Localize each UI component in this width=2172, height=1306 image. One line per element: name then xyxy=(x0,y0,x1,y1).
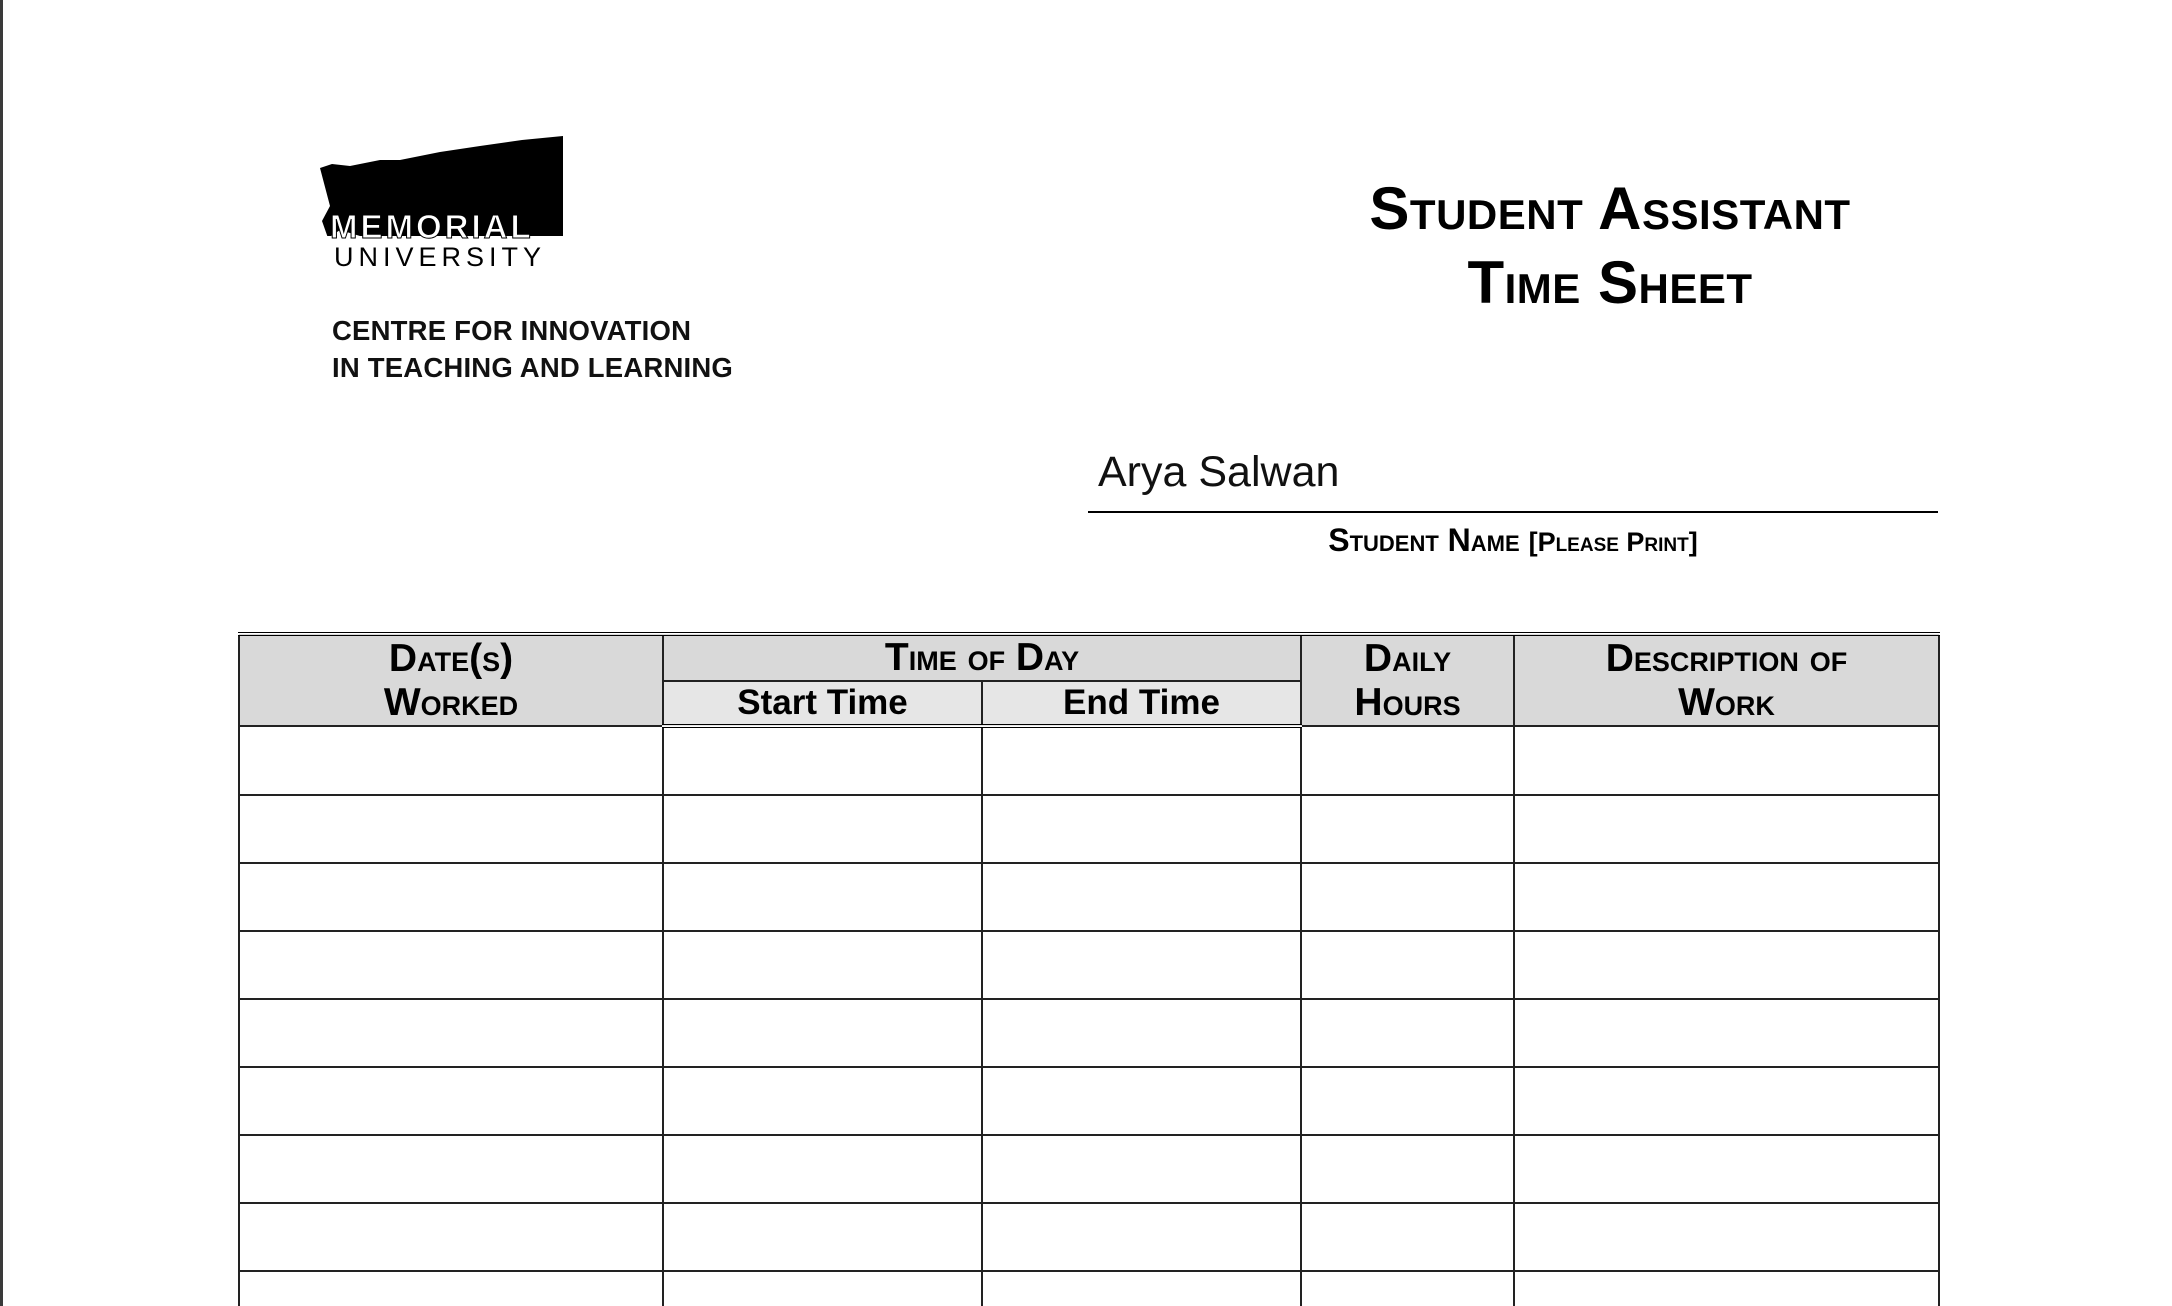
header-dates-worked: Date(s) Worked xyxy=(238,633,664,727)
start-time-cell[interactable] xyxy=(662,725,983,796)
unit-name: CENTRE FOR INNOVATION IN TEACHING AND LE… xyxy=(332,312,733,386)
logo-wordmark: MEMORIAL xyxy=(330,208,534,245)
table-row xyxy=(238,1270,1940,1306)
student-name-field[interactable]: Arya Salwan xyxy=(1098,448,1339,497)
date-cell[interactable] xyxy=(238,1134,664,1204)
end-time-cell[interactable] xyxy=(981,1202,1302,1272)
table-row xyxy=(238,725,1940,796)
start-time-cell[interactable] xyxy=(662,1066,983,1136)
student-name-underline xyxy=(1088,511,1938,513)
daily-hours-cell[interactable] xyxy=(1300,998,1515,1068)
header-time-of-day: Time of Day xyxy=(662,633,1302,682)
start-time-cell[interactable] xyxy=(662,862,983,932)
daily-hours-cell[interactable] xyxy=(1300,725,1515,796)
unit-name-line-1: CENTRE FOR INNOVATION xyxy=(332,315,692,346)
table-row xyxy=(238,862,1940,932)
description-cell[interactable] xyxy=(1513,862,1940,932)
header-description-of-work: Description of Work xyxy=(1513,633,1940,727)
description-cell[interactable] xyxy=(1513,1066,1940,1136)
logo-subtitle: UNIVERSITY xyxy=(334,242,547,272)
description-cell[interactable] xyxy=(1513,1202,1940,1272)
table-row xyxy=(238,1134,1940,1204)
start-time-cell[interactable] xyxy=(662,998,983,1068)
date-cell[interactable] xyxy=(238,1066,664,1136)
end-time-cell[interactable] xyxy=(981,930,1302,1000)
date-cell[interactable] xyxy=(238,930,664,1000)
timesheet-table: Date(s) Worked Time of Day Daily Hours D… xyxy=(238,632,1940,1306)
header-end-time: End Time xyxy=(981,680,1302,728)
document-title: Student Assistant Time Sheet xyxy=(1250,172,1970,320)
table-row xyxy=(238,794,1940,864)
caption-main: Student Name xyxy=(1328,522,1529,558)
daily-hours-cell[interactable] xyxy=(1300,930,1515,1000)
description-cell[interactable] xyxy=(1513,930,1940,1000)
start-time-cell[interactable] xyxy=(662,794,983,864)
description-cell[interactable] xyxy=(1513,725,1940,796)
description-cell[interactable] xyxy=(1513,998,1940,1068)
end-time-cell[interactable] xyxy=(981,725,1302,796)
window-edge xyxy=(0,0,3,1306)
start-time-cell[interactable] xyxy=(662,1202,983,1272)
memorial-university-logo: MEMORIAL UNIVERSITY xyxy=(320,126,565,276)
caption-note: [Please Print] xyxy=(1528,527,1698,557)
table-row xyxy=(238,1202,1940,1272)
document-page: MEMORIAL UNIVERSITY CENTRE FOR INNOVATIO… xyxy=(0,0,2172,1306)
end-time-cell[interactable] xyxy=(981,998,1302,1068)
description-cell[interactable] xyxy=(1513,1134,1940,1204)
unit-name-line-2: IN TEACHING AND LEARNING xyxy=(332,352,733,383)
end-time-cell[interactable] xyxy=(981,1134,1302,1204)
date-cell[interactable] xyxy=(238,998,664,1068)
daily-hours-cell[interactable] xyxy=(1300,1134,1515,1204)
start-time-cell[interactable] xyxy=(662,1270,983,1306)
header-start-time: Start Time xyxy=(662,680,983,728)
end-time-cell[interactable] xyxy=(981,1270,1302,1306)
date-cell[interactable] xyxy=(238,862,664,932)
date-cell[interactable] xyxy=(238,794,664,864)
daily-hours-cell[interactable] xyxy=(1300,862,1515,932)
date-cell[interactable] xyxy=(238,1202,664,1272)
title-line-1: Student Assistant xyxy=(1369,175,1851,242)
student-name-caption: Student Name [Please Print] xyxy=(1088,522,1938,559)
daily-hours-cell[interactable] xyxy=(1300,1066,1515,1136)
table-row xyxy=(238,998,1940,1068)
start-time-cell[interactable] xyxy=(662,930,983,1000)
description-cell[interactable] xyxy=(1513,1270,1940,1306)
daily-hours-cell[interactable] xyxy=(1300,1202,1515,1272)
table-row xyxy=(238,930,1940,1000)
end-time-cell[interactable] xyxy=(981,794,1302,864)
daily-hours-cell[interactable] xyxy=(1300,794,1515,864)
date-cell[interactable] xyxy=(238,1270,664,1306)
date-cell[interactable] xyxy=(238,725,664,796)
end-time-cell[interactable] xyxy=(981,862,1302,932)
description-cell[interactable] xyxy=(1513,794,1940,864)
title-line-2: Time Sheet xyxy=(1467,249,1753,316)
daily-hours-cell[interactable] xyxy=(1300,1270,1515,1306)
start-time-cell[interactable] xyxy=(662,1134,983,1204)
timesheet-body xyxy=(238,725,1940,1306)
header-daily-hours: Daily Hours xyxy=(1300,633,1515,727)
end-time-cell[interactable] xyxy=(981,1066,1302,1136)
table-row xyxy=(238,1066,1940,1136)
